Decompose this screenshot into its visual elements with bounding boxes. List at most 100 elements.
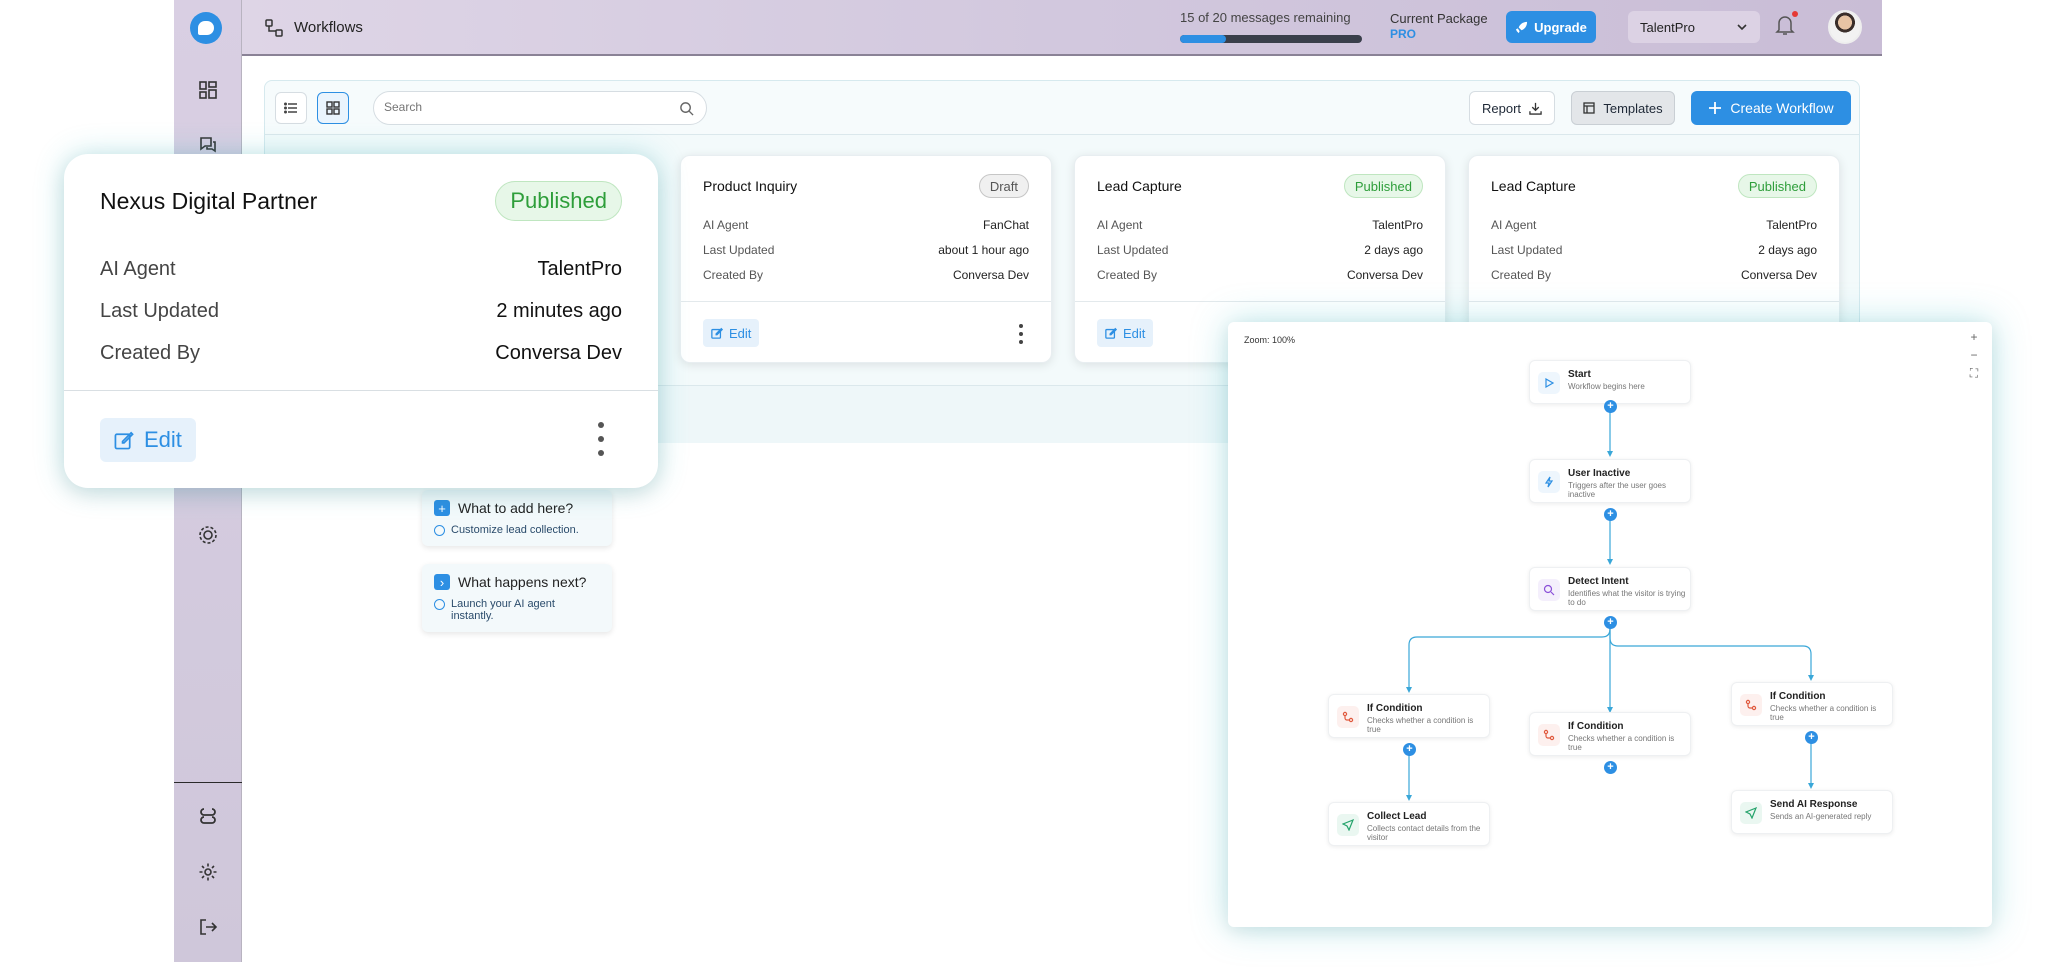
lightning-icon xyxy=(1538,471,1560,493)
send-icon xyxy=(1740,802,1762,824)
templates-button[interactable]: Templates xyxy=(1571,91,1675,125)
list-icon xyxy=(284,102,297,114)
edit-icon xyxy=(711,327,723,339)
messages-progress-fill xyxy=(1180,35,1226,43)
report-label: Report xyxy=(1481,100,1522,116)
upgrade-label: Upgrade xyxy=(1534,19,1587,35)
more-options-icon[interactable] xyxy=(598,422,604,456)
arrow-icon: › xyxy=(434,574,450,590)
plus-icon: + xyxy=(434,500,450,516)
card-row-agent: AI Agent FanChat xyxy=(703,218,1029,232)
flow-node-detect-intent[interactable]: Detect Intent Identifies what the visitor… xyxy=(1529,567,1691,611)
more-options-icon[interactable] xyxy=(1019,324,1023,344)
search-icon xyxy=(1538,579,1560,601)
page-title: Workflows xyxy=(294,19,363,36)
messages-remaining-text: 15 of 20 messages remaining xyxy=(1180,10,1351,25)
card-row-agent: AI Agent TalentPro xyxy=(1491,218,1817,232)
search-icon[interactable] xyxy=(679,101,694,116)
flow-node-if-condition[interactable]: If Condition Checks whether a condition i… xyxy=(1731,682,1893,726)
card-row-agent: AI Agent TalentPro xyxy=(100,258,622,280)
package-value: PRO xyxy=(1390,27,1417,41)
flow-node-if-condition[interactable]: If Condition Checks whether a condition i… xyxy=(1529,712,1691,756)
dashboard-icon[interactable] xyxy=(196,78,220,102)
user-avatar[interactable] xyxy=(1828,10,1862,44)
add-step-button[interactable]: + xyxy=(1604,400,1617,413)
sidebar-divider xyxy=(174,782,242,783)
tenant-value: TalentPro xyxy=(1640,19,1695,35)
search-box xyxy=(373,91,707,125)
status-badge: Draft xyxy=(978,174,1029,198)
top-bar: Workflows 15 of 20 messages remaining Cu… xyxy=(242,0,1882,56)
tip-title: What to add here? xyxy=(458,500,574,516)
report-button[interactable]: Report xyxy=(1469,91,1555,125)
flow-node-user-inactive[interactable]: User Inactive Triggers after the user goe… xyxy=(1529,459,1691,503)
check-circle-icon xyxy=(434,599,445,610)
branch-icon xyxy=(1337,706,1359,728)
flow-node-start[interactable]: Start Workflow begins here xyxy=(1529,360,1691,404)
upgrade-button[interactable]: Upgrade xyxy=(1506,11,1596,43)
messages-progress-bar xyxy=(1180,35,1362,43)
add-step-button[interactable]: + xyxy=(1604,616,1617,629)
tip-body: Customize lead collection. xyxy=(451,524,579,536)
workflow-canvas[interactable]: Zoom: 100% + − ⛶ Start Workflow begins he… xyxy=(1228,322,1992,927)
settings-icon[interactable] xyxy=(196,860,220,884)
card-divider xyxy=(64,390,658,391)
integrations-icon[interactable] xyxy=(196,804,220,828)
add-step-button[interactable]: + xyxy=(1604,761,1617,774)
plus-icon xyxy=(1709,102,1722,114)
search-input[interactable] xyxy=(384,100,664,114)
branch-icon xyxy=(1740,694,1762,716)
package-label: Current Package xyxy=(1390,11,1488,26)
status-badge: Published xyxy=(1343,174,1423,198)
card-row-updated: Last Updated 2 days ago xyxy=(1097,243,1423,257)
featured-workflow-card[interactable]: Nexus Digital Partner Published AI Agent… xyxy=(64,154,658,488)
card-row-created: Created By Conversa Dev xyxy=(703,268,1029,282)
edit-button[interactable]: Edit xyxy=(100,418,196,462)
download-icon xyxy=(1529,102,1542,115)
card-row-updated: Last Updated 2 minutes ago xyxy=(100,300,622,322)
help-tip: › What happens next? Launch your AI agent… xyxy=(422,564,612,632)
templates-label: Templates xyxy=(1603,100,1663,116)
flow-node-collect-lead[interactable]: Collect Lead Collects contact details fro… xyxy=(1328,802,1490,846)
card-row-updated: Last Updated 2 days ago xyxy=(1491,243,1817,257)
card-title: Product Inquiry xyxy=(703,178,798,194)
list-view-button[interactable] xyxy=(275,92,307,124)
ai-settings-icon[interactable] xyxy=(196,523,220,547)
create-workflow-label: Create Workflow xyxy=(1730,100,1834,116)
check-circle-icon xyxy=(434,525,445,536)
grid-view-button[interactable] xyxy=(317,92,349,124)
status-badge: Published xyxy=(495,181,622,221)
tip-title: What happens next? xyxy=(458,574,587,590)
play-icon xyxy=(1538,372,1560,394)
flow-node-send-ai-response[interactable]: Send AI Response Sends an AI-generated re… xyxy=(1731,790,1893,834)
tenant-select[interactable]: TalentPro xyxy=(1628,11,1760,43)
card-row-agent: AI Agent TalentPro xyxy=(1097,218,1423,232)
card-row-updated: Last Updated about 1 hour ago xyxy=(703,243,1029,257)
app-logo[interactable] xyxy=(190,12,222,44)
rocket-icon xyxy=(1516,21,1528,33)
send-icon xyxy=(1337,814,1359,836)
add-step-button[interactable]: + xyxy=(1604,508,1617,521)
edit-icon xyxy=(1105,327,1117,339)
add-step-button[interactable]: + xyxy=(1805,731,1818,744)
edit-button[interactable]: Edit xyxy=(703,319,760,347)
card-divider xyxy=(1075,301,1445,302)
logout-icon[interactable] xyxy=(196,915,220,939)
workflow-card[interactable]: Product Inquiry Draft AI Agent FanChat La… xyxy=(680,155,1052,363)
help-tip: + What to add here? Customize lead collec… xyxy=(422,490,612,546)
chevron-down-icon xyxy=(1737,24,1747,31)
card-title: Lead Capture xyxy=(1491,178,1576,194)
card-row-created: Created By Conversa Dev xyxy=(1491,268,1817,282)
edit-button[interactable]: Edit xyxy=(1097,319,1154,347)
notification-bell-icon[interactable] xyxy=(1775,14,1795,41)
card-row-created: Created By Conversa Dev xyxy=(1097,268,1423,282)
notification-dot xyxy=(1792,11,1798,17)
add-step-button[interactable]: + xyxy=(1403,743,1416,756)
card-row-created: Created By Conversa Dev xyxy=(100,342,622,364)
create-workflow-button[interactable]: Create Workflow xyxy=(1691,91,1851,125)
card-divider xyxy=(681,301,1051,302)
flow-node-if-condition[interactable]: If Condition Checks whether a condition i… xyxy=(1328,694,1490,738)
workflow-icon xyxy=(264,18,284,43)
grid-icon xyxy=(326,101,340,115)
status-badge: Published xyxy=(1737,174,1817,198)
